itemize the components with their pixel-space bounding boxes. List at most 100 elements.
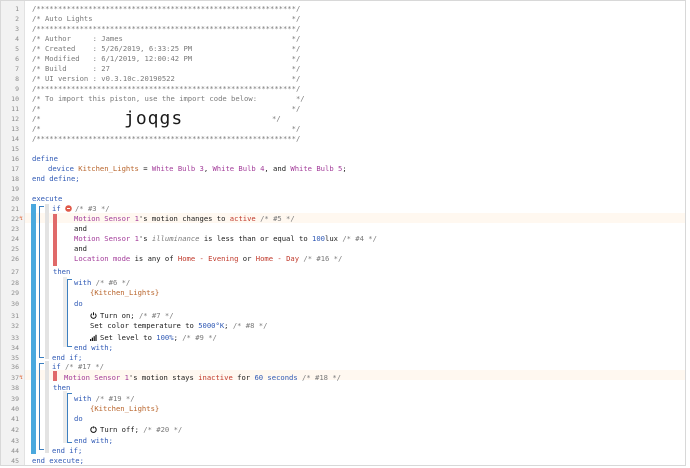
line-number: 39 xyxy=(11,395,19,403)
condition-value: inactive xyxy=(198,373,233,382)
device-bulb-3: White Bulb 3 xyxy=(151,164,204,173)
line-number: 18 xyxy=(11,175,19,183)
line-number: 5 xyxy=(15,45,19,53)
end-execute-keyword[interactable]: end execute; xyxy=(32,456,84,466)
if1-block-bar[interactable] xyxy=(45,204,49,359)
condition-illuminance[interactable]: Motion Sensor 1's illuminance is less th… xyxy=(74,234,377,244)
line-number: 3 xyxy=(15,25,19,33)
power-icon xyxy=(90,312,97,319)
action-turn-on[interactable]: Turn on; /* #7 */ xyxy=(90,311,174,321)
line-number: 38 xyxy=(11,384,19,392)
condition-location-mode[interactable]: Location mode is any of Home - Evening o… xyxy=(74,254,342,264)
end-with-keyword[interactable]: end with; xyxy=(74,343,113,353)
line-number: 9 xyxy=(15,85,19,93)
if-keyword: if xyxy=(52,362,61,371)
line-number: 22 xyxy=(11,215,19,223)
condition-attribute: illuminance xyxy=(151,234,200,243)
condition-text: 's motion changes to xyxy=(138,214,230,223)
do-keyword[interactable]: do xyxy=(74,299,83,309)
line-number: 31 xyxy=(11,312,19,320)
end-define[interactable]: end define; xyxy=(32,174,80,184)
condition-motion-active[interactable]: Motion Sensor 1's motion changes to acti… xyxy=(74,214,295,224)
semicolon: ; xyxy=(224,321,229,330)
condition-text: is less than or equal to xyxy=(199,234,313,243)
condition-value: active xyxy=(229,214,256,223)
build-comment: /* Build : 27 */ xyxy=(32,64,301,73)
line-number: 17 xyxy=(11,165,19,173)
condition-text: 's motion stays xyxy=(128,373,199,382)
with-keyword: with xyxy=(74,278,92,287)
statement-id-comment: /* #20 */ xyxy=(143,425,183,434)
execute-keyword[interactable]: execute xyxy=(32,194,62,204)
line-number: 1 xyxy=(15,5,19,13)
stop-circle-icon[interactable] xyxy=(65,205,72,212)
device-declaration[interactable]: device Kitchen_Lights = White Bulb 3, Wh… xyxy=(48,164,347,174)
if1-bracket xyxy=(39,206,44,358)
if-statement-2[interactable]: if /* #17 */ xyxy=(52,362,104,372)
action-value: 100% xyxy=(156,333,174,342)
condition-device: Location mode xyxy=(74,254,131,263)
then-keyword[interactable]: then xyxy=(53,267,70,277)
warning-marker-icon[interactable]: ↯ xyxy=(18,373,24,383)
condition-text: is any of xyxy=(130,254,178,263)
with-statement-1[interactable]: with /* #6 */ xyxy=(74,278,130,288)
and-separator: , and xyxy=(264,164,291,173)
and-operator[interactable]: and xyxy=(74,244,87,254)
condition-device: Motion Sensor 1 xyxy=(64,373,129,382)
with-device-list[interactable]: {Kitchen_Lights} xyxy=(90,288,159,298)
action-turn-off[interactable]: Turn off; /* #20 */ xyxy=(90,425,182,435)
line-number: 36 xyxy=(11,363,19,371)
line-number: 37 xyxy=(11,374,19,382)
condition-motion-inactive[interactable]: Motion Sensor 1's motion stays inactive … xyxy=(64,373,341,383)
warning-marker-icon[interactable]: ↯ xyxy=(18,214,24,224)
define-keyword[interactable]: define xyxy=(32,154,58,164)
if2-bracket xyxy=(39,363,44,450)
then-keyword[interactable]: then xyxy=(53,383,70,393)
statement-id-comment: /* #16 */ xyxy=(303,254,343,263)
with1-bracket xyxy=(67,279,72,347)
condition-value-day: Home - Day xyxy=(255,254,300,263)
line-number: 2 xyxy=(15,15,19,23)
line-number: 19 xyxy=(11,185,19,193)
if2-block-bar[interactable] xyxy=(45,361,49,453)
if2-conditions-bar[interactable] xyxy=(53,371,57,381)
line-number: 27 xyxy=(11,268,19,276)
end-with-keyword[interactable]: end with; xyxy=(74,436,113,446)
ui-version-comment: /* UI version : v0.3.10c.20190522 */ xyxy=(32,74,301,83)
statement-id-comment: /* #19 */ xyxy=(95,394,135,403)
comment-border: /***************************************… xyxy=(32,84,301,93)
end-if-keyword[interactable]: end if; xyxy=(52,446,82,456)
or-operator: or xyxy=(238,254,256,263)
condition-duration: 60 seconds xyxy=(254,373,298,382)
line-number: 43 xyxy=(11,437,19,445)
line-number: 34 xyxy=(11,344,19,352)
line-number: 6 xyxy=(15,55,19,63)
power-off-icon xyxy=(90,426,97,433)
device-variable: Kitchen_Lights xyxy=(78,164,139,173)
if1-conditions-bar[interactable] xyxy=(53,214,57,266)
and-operator[interactable]: and xyxy=(74,224,87,234)
if-statement-1[interactable]: if /* #3 */ xyxy=(52,204,110,214)
piston-code-editor: 1 2 3 4 5 6 7 8 9 10 11 12 13 14 15 16 1… xyxy=(0,0,686,466)
modified-comment: /* Modified : 6/1/2019, 12:00:42 PM */ xyxy=(32,54,301,63)
author-comment: /* Author : James */ xyxy=(32,34,301,43)
do-keyword[interactable]: do xyxy=(74,414,83,424)
line-number: 12 xyxy=(11,115,19,123)
action-set-color-temperature[interactable]: Set color temperature to 5000°K; /* #8 *… xyxy=(90,321,267,331)
semicolon: ; xyxy=(342,164,347,173)
statement-id-comment: /* #5 */ xyxy=(260,214,295,223)
line-number: 30 xyxy=(11,300,19,308)
action-set-level[interactable]: Set level to 100%; /* #9 */ xyxy=(90,333,217,343)
statement-id-comment: /* #9 */ xyxy=(182,333,217,342)
line-number: 45 xyxy=(11,457,19,465)
line-number: 20 xyxy=(11,195,19,203)
line-number: 29 xyxy=(11,289,19,297)
statement-id-comment: /* #3 */ xyxy=(74,204,110,213)
statement-id-comment: /* #7 */ xyxy=(138,311,174,320)
execute-block-bar[interactable] xyxy=(31,204,36,454)
device-keyword: device xyxy=(48,164,74,173)
with-statement-2[interactable]: with /* #19 */ xyxy=(74,394,135,404)
semicolon: ; xyxy=(173,333,178,342)
comment-border: /***************************************… xyxy=(32,24,301,33)
with-device-list[interactable]: {Kitchen_Lights} xyxy=(90,404,159,414)
